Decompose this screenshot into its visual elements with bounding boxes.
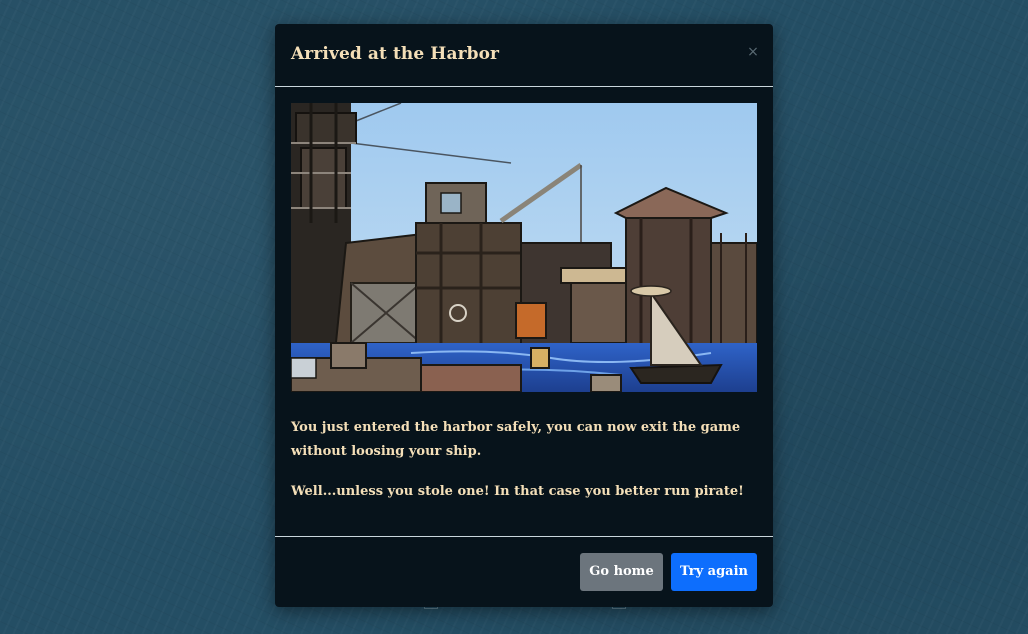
harbor-image bbox=[291, 103, 757, 392]
modal-title: Arrived at the Harbor bbox=[291, 44, 500, 64]
modal-footer: Go home Try again bbox=[275, 536, 773, 607]
harbor-message: You just entered the harbor safely, you … bbox=[291, 420, 741, 459]
try-again-button[interactable]: Try again bbox=[671, 553, 757, 591]
harbor-modal: Arrived at the Harbor × You just entered… bbox=[275, 24, 773, 607]
pirate-message: Well...unless you stole one! In that cas… bbox=[291, 484, 744, 499]
modal-body: You just entered the harbor safely, you … bbox=[291, 103, 757, 504]
modal-header: Arrived at the Harbor × bbox=[275, 24, 773, 87]
go-home-button[interactable]: Go home bbox=[580, 553, 663, 591]
close-icon[interactable]: × bbox=[745, 42, 761, 62]
